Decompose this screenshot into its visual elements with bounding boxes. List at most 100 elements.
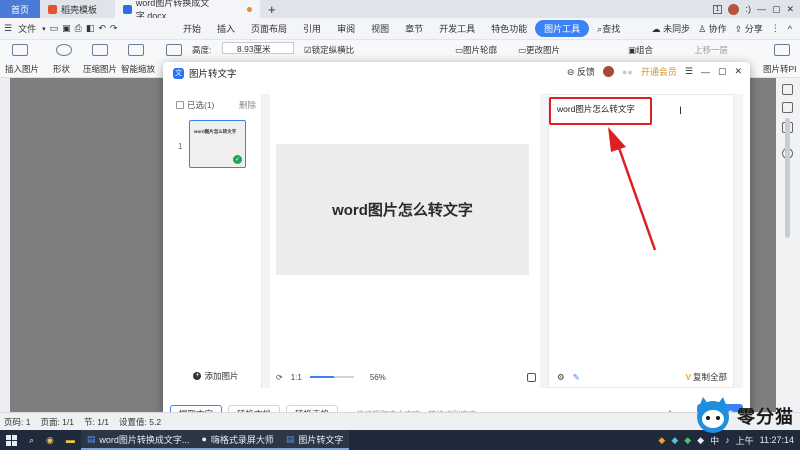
compress-button[interactable]: 压缩图片 bbox=[83, 63, 117, 75]
tray-volume-icon[interactable]: ♪ bbox=[725, 435, 730, 445]
taskbar-browser[interactable]: ◉ bbox=[40, 430, 60, 450]
result-panel[interactable]: word图片怎么转文字 I ⚙ ✎ V 复制全部 bbox=[548, 94, 734, 388]
minimize-icon[interactable]: — bbox=[757, 4, 766, 14]
redo-icon[interactable]: ↷ bbox=[110, 23, 118, 34]
browser-icon: ◉ bbox=[46, 434, 54, 445]
taskbar-word-window[interactable]: ▤ word图片转换成文字... bbox=[80, 430, 196, 450]
thumbnail-card[interactable]: word图片怎么转文字 ✓ bbox=[189, 120, 246, 168]
picture-to-pdf-icon[interactable] bbox=[774, 44, 790, 56]
windows-taskbar: ⌕ ◉ ▬ ▤ word图片转换成文字... ● 嗨格式录屏大师 ▤ 图片转文字… bbox=[0, 430, 800, 450]
insert-picture-icon[interactable] bbox=[12, 44, 28, 56]
vertical-scrollbar[interactable] bbox=[785, 118, 790, 238]
settings-cog-icon[interactable]: ⚙ bbox=[557, 372, 565, 383]
dialog-close-icon[interactable]: ✕ bbox=[734, 66, 742, 77]
lock-ratio-checkbox[interactable]: ☑锁定纵横比 bbox=[304, 44, 354, 56]
tab-home-label: 首页 bbox=[10, 4, 29, 15]
add-picture-button[interactable]: + 添加图片 bbox=[170, 370, 262, 382]
menu-insert[interactable]: 插入 bbox=[209, 22, 243, 35]
height-input[interactable]: 8.93厘米 bbox=[222, 42, 294, 54]
undo-icon[interactable]: ↶ bbox=[98, 23, 106, 34]
smart-scale-button[interactable]: 智能缩放 bbox=[121, 63, 155, 75]
menu-dev-tools[interactable]: 开发工具 bbox=[431, 22, 483, 35]
window-count-badge[interactable]: 1 bbox=[712, 4, 723, 14]
taskbar-explorer[interactable]: ▬ bbox=[60, 430, 81, 450]
open-folder-icon[interactable]: ▭ bbox=[50, 23, 59, 34]
tray-app2-icon[interactable]: ◆ bbox=[671, 435, 678, 446]
new-tab-button[interactable]: + bbox=[260, 0, 284, 18]
picture-to-pdf-button[interactable]: 图片转PI bbox=[763, 63, 797, 75]
select-all-checkbox[interactable] bbox=[176, 101, 184, 109]
start-button[interactable] bbox=[0, 430, 23, 450]
shape-icon[interactable] bbox=[56, 44, 72, 56]
dialog-maximize-icon[interactable]: ▢ bbox=[718, 66, 727, 77]
zoom-slider[interactable] bbox=[309, 376, 354, 378]
checkbox-icon: ☑ bbox=[304, 45, 312, 55]
menu-picture-tools[interactable]: 图片工具 bbox=[535, 20, 590, 37]
outline-label: 图片轮廓 bbox=[463, 45, 498, 55]
feedback-button[interactable]: ⊖ 反馈 bbox=[567, 65, 595, 78]
hamburger-icon[interactable]: ☰ bbox=[4, 23, 12, 34]
collab-button[interactable]: ♙ 协作 bbox=[698, 22, 727, 35]
menu-start[interactable]: 开始 bbox=[175, 22, 209, 35]
tab-home[interactable]: 首页 bbox=[0, 0, 40, 18]
taskbar-recorder[interactable]: ● 嗨格式录屏大师 bbox=[195, 430, 280, 450]
tray-chat-icon[interactable]: ◆ bbox=[697, 435, 704, 446]
search-button[interactable]: ⌕查找 bbox=[589, 22, 628, 35]
insert-picture-button[interactable]: 插入图片 bbox=[5, 63, 39, 75]
menu-icon[interactable]: ☰ bbox=[685, 66, 693, 77]
rotate-icon[interactable]: ⟳ bbox=[276, 373, 283, 382]
edit-icon[interactable] bbox=[782, 102, 793, 113]
menu-page-layout[interactable]: 页面布局 bbox=[243, 22, 295, 35]
menu-reference[interactable]: 引用 bbox=[295, 22, 329, 35]
crop-icon[interactable] bbox=[166, 44, 182, 56]
save-icon[interactable]: ▣ bbox=[62, 23, 71, 34]
up-layer-button[interactable]: 上移一层 bbox=[694, 44, 728, 56]
smart-scale-icon[interactable] bbox=[128, 44, 144, 56]
change-picture-label: 更改图片 bbox=[526, 45, 561, 55]
tray-clock[interactable]: 11:27:14 bbox=[760, 435, 794, 445]
outline-button[interactable]: ▭图片轮廓 bbox=[455, 44, 497, 56]
compress-icon[interactable] bbox=[92, 44, 108, 56]
tray-ime[interactable]: 中 bbox=[710, 434, 719, 447]
search-icon: ⌕ bbox=[29, 434, 35, 445]
tray-app-icon[interactable]: ◆ bbox=[658, 435, 665, 446]
tab-template[interactable]: 稻壳模板 bbox=[40, 0, 115, 18]
group-button[interactable]: ▣组合 bbox=[628, 44, 653, 56]
ratio-button[interactable]: 1:1 bbox=[291, 373, 302, 382]
chevron-down-icon[interactable]: ▾ bbox=[42, 25, 46, 33]
menu-bar: ☰ 文件 ▾ ▭ ▣ ⎙ ◧ ↶ ↷ 开始 插入 页面布局 引用 审阅 视图 章… bbox=[0, 18, 800, 40]
user-avatar[interactable] bbox=[602, 66, 614, 77]
tab-document[interactable]: word图片转换成文字.docx bbox=[115, 0, 260, 21]
print-icon[interactable]: ⎙ bbox=[75, 23, 82, 34]
collapse-icon[interactable]: ^ bbox=[788, 24, 792, 34]
taskbar-search[interactable]: ⌕ bbox=[23, 430, 40, 450]
menu-right-actions: ☁ 未同步 ♙ 协作 ⇪ 分享 ⋮ ^ bbox=[652, 22, 800, 35]
menu-chapter[interactable]: 章节 bbox=[397, 22, 431, 35]
share-button[interactable]: ⇪ 分享 bbox=[735, 22, 763, 35]
open-vip-link[interactable]: 开通会员 bbox=[641, 65, 677, 78]
select-icon[interactable] bbox=[782, 84, 793, 95]
left-ruler bbox=[0, 78, 10, 412]
more-icon[interactable]: ⋮ bbox=[771, 23, 780, 34]
dialog-minimize-icon[interactable]: — bbox=[701, 67, 710, 77]
preview-image: word图片怎么转文字 bbox=[276, 144, 529, 275]
preview-icon[interactable]: ◧ bbox=[86, 23, 95, 34]
maximize-icon[interactable]: ▢ bbox=[772, 4, 781, 15]
sync-button[interactable]: ☁ 未同步 bbox=[652, 22, 691, 35]
shape-button[interactable]: 形状 bbox=[53, 63, 70, 75]
change-picture-button[interactable]: ▭更改图片 bbox=[518, 44, 560, 56]
menu-special[interactable]: 特色功能 bbox=[483, 22, 535, 35]
taskbar-pic-to-text[interactable]: ▤ 图片转文字 bbox=[279, 430, 350, 450]
menu-file[interactable]: 文件 bbox=[16, 22, 38, 35]
pencil-icon[interactable]: ✎ bbox=[573, 372, 580, 383]
taskbar-recorder-label: 嗨格式录屏大师 bbox=[210, 434, 274, 445]
menu-review[interactable]: 审阅 bbox=[329, 22, 363, 35]
close-icon[interactable]: ✕ bbox=[786, 4, 794, 15]
dialog-controls: ⊖ 反馈 ●● 开通会员 ☰ — ▢ ✕ bbox=[567, 65, 742, 78]
delete-button[interactable]: 删除 bbox=[239, 99, 256, 111]
menu-view[interactable]: 视图 bbox=[363, 22, 397, 35]
fit-screen-icon[interactable] bbox=[527, 372, 536, 382]
avatar[interactable] bbox=[728, 3, 740, 15]
copy-all-button[interactable]: V 复制全部 bbox=[686, 371, 727, 383]
tray-wechat-icon[interactable]: ◆ bbox=[684, 435, 691, 446]
